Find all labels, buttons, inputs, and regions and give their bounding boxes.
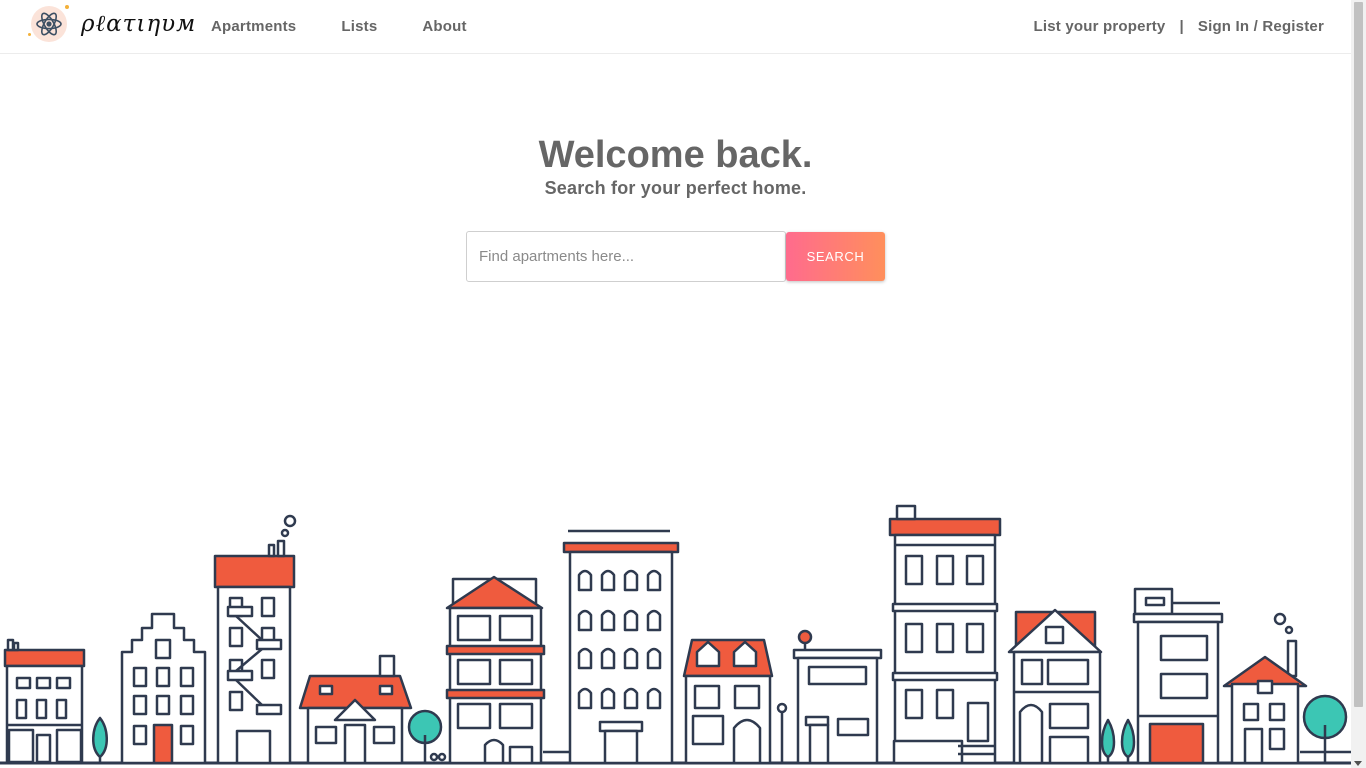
nav-apartments[interactable]: Apartments xyxy=(211,18,296,35)
list-property-link[interactable]: List your property xyxy=(1034,18,1166,35)
sign-in-register-link[interactable]: Sign In / Register xyxy=(1198,18,1324,35)
hero-title: Welcome back. xyxy=(538,134,813,176)
brand-name: ρℓατιηυм xyxy=(81,11,197,37)
search-bar: SEARCH xyxy=(466,231,885,282)
hero-subtitle: Search for your perfect home. xyxy=(544,178,807,198)
scrollbar-thumb[interactable] xyxy=(1354,2,1363,707)
page-scrollbar[interactable] xyxy=(1351,0,1366,768)
logo-atom-icon xyxy=(28,5,69,42)
brand[interactable]: ρℓατιηυм xyxy=(28,5,197,42)
main-nav: Apartments Lists About xyxy=(211,18,512,35)
scroll-down-arrow-icon[interactable] xyxy=(1354,761,1362,766)
city-skyline-illustration xyxy=(0,504,1351,765)
top-navbar: ρℓατιηυм Apartments Lists About List you… xyxy=(0,0,1351,54)
nav-right: List your property | Sign In / Register xyxy=(1034,18,1324,35)
nav-about[interactable]: About xyxy=(422,18,466,35)
search-input[interactable] xyxy=(466,231,786,282)
search-button[interactable]: SEARCH xyxy=(786,232,885,281)
nav-lists[interactable]: Lists xyxy=(341,18,377,35)
nav-separator: | xyxy=(1179,18,1184,35)
